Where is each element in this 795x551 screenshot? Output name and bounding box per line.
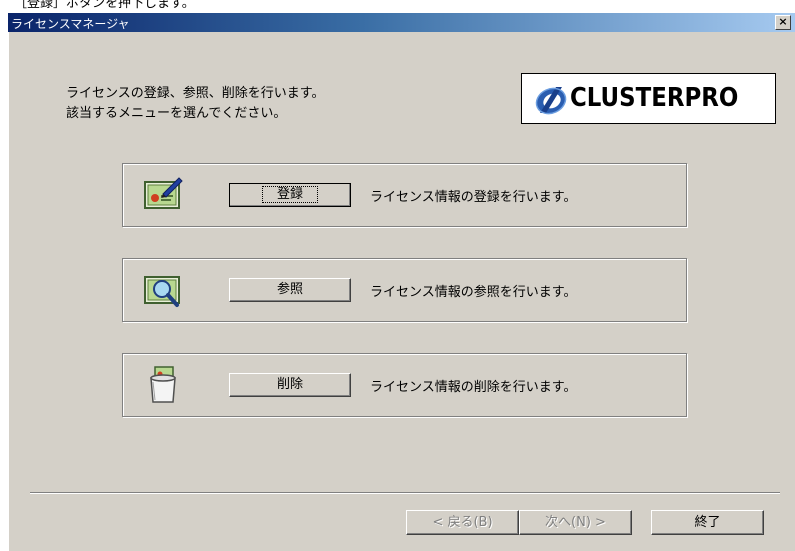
back-button[interactable]: < 戻る(B): [406, 510, 519, 535]
title-bar: ライセンスマネージャ ×: [8, 13, 795, 32]
register-description: ライセンス情報の登録を行います。: [370, 190, 577, 205]
license-manager-window: ライセンスマネージャ × ライセンスの登録、参照、削除を行います。 該当するメニ…: [8, 13, 795, 551]
close-button[interactable]: ×: [775, 15, 791, 30]
next-button[interactable]: 次へ(N) >: [519, 510, 632, 535]
intro-text: ライセンスの登録、参照、削除を行います。 該当するメニューを選んでください。: [66, 84, 324, 124]
view-button-label: 参照: [276, 282, 303, 297]
next-button-label: 次へ(N) >: [545, 515, 606, 530]
delete-panel: 削除 ライセンス情報の削除を行います。: [122, 353, 687, 417]
intro-line-1: ライセンスの登録、参照、削除を行います。: [66, 86, 325, 101]
view-button[interactable]: 参照: [229, 278, 351, 302]
register-license-icon: [144, 177, 183, 209]
view-license-icon: [144, 276, 180, 307]
close-icon: ×: [778, 15, 788, 28]
view-panel: 参照 ライセンス情報の参照を行います。: [122, 258, 687, 322]
delete-description: ライセンス情報の削除を行います。: [370, 380, 577, 395]
register-button[interactable]: 登録: [229, 183, 351, 207]
register-panel: 登録 ライセンス情報の登録を行います。: [122, 163, 687, 227]
footer-separator: [30, 492, 780, 494]
delete-button-label: 削除: [276, 377, 303, 392]
logo-text: CLUSTERPRO: [570, 83, 739, 113]
clusterpro-logo-icon: [535, 87, 567, 115]
register-button-label: 登録: [261, 186, 318, 203]
intro-line-2: 該当するメニューを選んでください。: [66, 106, 287, 121]
view-description: ライセンス情報の参照を行います。: [370, 285, 577, 300]
window-title: ライセンスマネージャ: [11, 17, 130, 31]
back-button-label: < 戻る(B): [432, 515, 493, 530]
finish-button-label: 終了: [694, 515, 721, 530]
finish-button[interactable]: 終了: [651, 510, 764, 535]
delete-license-icon: [150, 366, 176, 403]
delete-button[interactable]: 削除: [229, 373, 351, 397]
clusterpro-logo: CLUSTERPRO: [521, 73, 776, 124]
caption-text: ［登録］ボタンを押下します。: [14, 0, 195, 11]
